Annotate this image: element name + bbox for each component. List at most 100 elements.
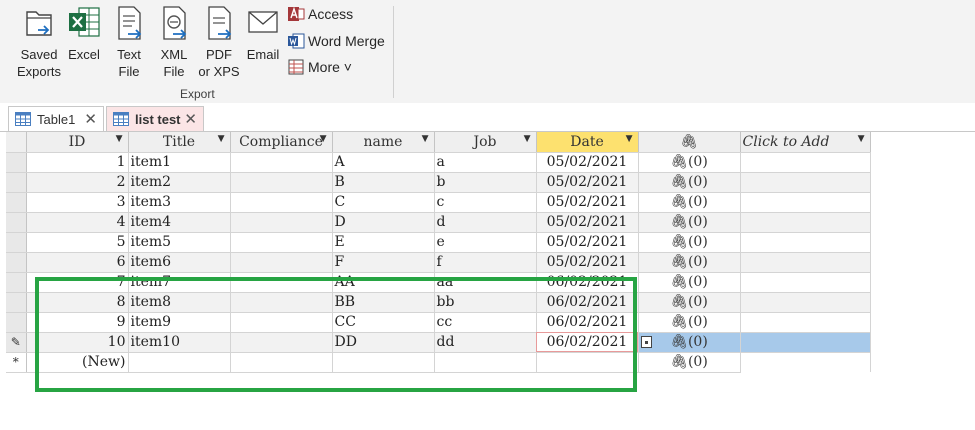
header-id[interactable]: ID ▼	[26, 132, 129, 153]
row-selector[interactable]	[6, 152, 27, 173]
cell-job[interactable]: f	[434, 252, 537, 273]
cell-name[interactable]: BB	[332, 292, 435, 313]
cell-title[interactable]: item10	[128, 332, 231, 353]
row-selector[interactable]: ✎	[6, 332, 27, 353]
xml-file-button[interactable]: XML File	[151, 4, 197, 80]
table-row[interactable]: 2 item2 Bb 05/02/2021 🖇(0)	[6, 172, 871, 193]
cell-compliance[interactable]	[230, 152, 333, 173]
cell-attachment[interactable]: 🖇(0)	[638, 312, 741, 333]
cell-compliance[interactable]	[230, 352, 333, 373]
new-record-row[interactable]: * (New) 🖇(0)	[6, 352, 871, 373]
cell-id[interactable]: 5	[26, 232, 129, 253]
cell-date[interactable]	[536, 352, 639, 373]
pdf-xps-button[interactable]: PDF or XPS	[196, 4, 242, 80]
cell-compliance[interactable]	[230, 212, 333, 233]
cell-compliance[interactable]	[230, 252, 333, 273]
cell-id[interactable]: 9	[26, 312, 129, 333]
row-selector[interactable]: *	[6, 352, 27, 373]
header-title[interactable]: Title ▼	[128, 132, 231, 153]
cell-job[interactable]: bb	[434, 292, 537, 313]
cell-date[interactable]: 06/02/2021	[536, 312, 639, 333]
table-row[interactable]: 8 item8 BB bb 06/02/2021 🖇(0)	[6, 292, 871, 313]
row-selector[interactable]	[6, 192, 27, 213]
close-icon[interactable]: ✕	[184, 110, 197, 128]
cell-id[interactable]: 2	[26, 172, 129, 193]
cell-name[interactable]: AA	[332, 272, 435, 293]
row-selector[interactable]	[6, 252, 27, 273]
cell-id[interactable]: 7	[26, 272, 129, 293]
dropdown-arrow-icon[interactable]: ▼	[524, 134, 531, 144]
cell-title[interactable]: item7	[128, 272, 231, 293]
cell-title[interactable]: item6	[128, 252, 231, 273]
header-name[interactable]: name ▼	[332, 132, 435, 153]
table-row[interactable]: 1 item1 Aa 05/02/2021 🖇(0)	[6, 152, 871, 173]
table-row[interactable]: 4 item4 Dd 05/02/2021 🖇(0)	[6, 212, 871, 233]
cell-job[interactable]: e	[434, 232, 537, 253]
tab-list-test[interactable]: list test ✕	[106, 106, 204, 131]
cell-click-to-add[interactable]	[740, 252, 871, 273]
cell-attachment[interactable]: 🖇(0)	[638, 332, 741, 353]
cell-title[interactable]: item4	[128, 212, 231, 233]
header-attachment[interactable]: 🖇	[638, 132, 741, 153]
cell-name[interactable]: F	[332, 252, 435, 273]
cell-title[interactable]: item2	[128, 172, 231, 193]
cell-id[interactable]: 4	[26, 212, 129, 233]
table-row[interactable]: 9 item9 CC cc 06/02/2021 🖇(0)	[6, 312, 871, 333]
cell-id[interactable]: 1	[26, 152, 129, 173]
text-file-button[interactable]: Text File	[106, 4, 152, 80]
cell-name[interactable]: CC	[332, 312, 435, 333]
table-row[interactable]: 6 item6 Ff 05/02/2021 🖇(0)	[6, 252, 871, 273]
cell-compliance[interactable]	[230, 332, 333, 353]
cell-name[interactable]: C	[332, 192, 435, 213]
close-icon[interactable]: ✕	[84, 110, 97, 128]
cell-title[interactable]: item8	[128, 292, 231, 313]
cell-click-to-add[interactable]	[740, 152, 871, 173]
dropdown-arrow-icon[interactable]: ▼	[320, 134, 327, 144]
cell-title[interactable]	[128, 352, 231, 373]
cell-click-to-add[interactable]	[740, 312, 871, 333]
cell-title[interactable]: item3	[128, 192, 231, 213]
cell-compliance[interactable]	[230, 192, 333, 213]
cell-date[interactable]: 05/02/2021	[536, 192, 639, 213]
cell-name[interactable]: B	[332, 172, 435, 193]
cell-click-to-add[interactable]	[740, 352, 871, 372]
cell-date[interactable]: 05/02/2021	[536, 152, 639, 173]
cell-id[interactable]: 3	[26, 192, 129, 213]
cell-id[interactable]: (New)	[26, 352, 129, 373]
cell-date[interactable]: 06/02/2021	[536, 272, 639, 293]
row-selector[interactable]	[6, 292, 27, 313]
cell-click-to-add[interactable]	[740, 212, 871, 233]
select-all-corner[interactable]	[6, 132, 27, 153]
cell-compliance[interactable]	[230, 292, 333, 313]
dropdown-arrow-icon[interactable]: ▼	[858, 134, 865, 144]
cell-compliance[interactable]	[230, 272, 333, 293]
email-button[interactable]: Email	[240, 4, 286, 63]
cell-job[interactable]: dd	[434, 332, 537, 353]
row-selector[interactable]	[6, 172, 27, 193]
dropdown-arrow-icon[interactable]: ▼	[626, 134, 633, 144]
cell-attachment[interactable]: 🖇(0)	[638, 252, 741, 273]
header-date[interactable]: Date ▼	[536, 132, 639, 153]
more-button[interactable]: More ˅	[287, 56, 352, 78]
cell-click-to-add[interactable]	[740, 192, 871, 213]
cell-attachment[interactable]: 🖇(0)	[638, 272, 741, 293]
row-selector[interactable]	[6, 212, 27, 233]
cell-compliance[interactable]	[230, 172, 333, 193]
cell-job[interactable]	[434, 352, 537, 373]
word-merge-button[interactable]: Word Merge	[287, 30, 385, 52]
cell-date[interactable]: 05/02/2021	[536, 232, 639, 253]
row-selector[interactable]	[6, 312, 27, 333]
cell-click-to-add[interactable]	[740, 292, 871, 313]
cell-job[interactable]: d	[434, 212, 537, 233]
cell-name[interactable]: A	[332, 152, 435, 173]
tab-table1[interactable]: Table1 ✕	[8, 106, 104, 131]
header-click-to-add[interactable]: Click to Add ▼	[740, 132, 871, 153]
cell-title[interactable]: item5	[128, 232, 231, 253]
table-row[interactable]: ✎ 10 item10 DD dd 06/02/2021 🖇(0)	[6, 332, 871, 353]
cell-id[interactable]: 10	[26, 332, 129, 353]
cell-compliance[interactable]	[230, 232, 333, 253]
excel-button[interactable]: Excel	[61, 4, 107, 63]
cell-title[interactable]: item1	[128, 152, 231, 173]
cell-click-to-add[interactable]	[740, 232, 871, 253]
cell-attachment[interactable]: 🖇(0)	[638, 192, 741, 213]
